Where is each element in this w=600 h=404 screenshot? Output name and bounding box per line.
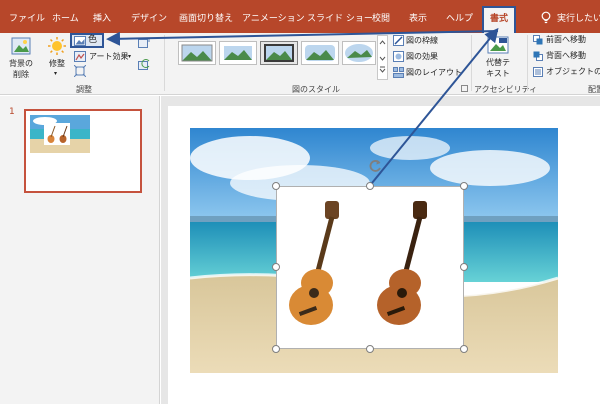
resize-handle[interactable] xyxy=(366,345,374,353)
dialog-launcher-icon[interactable] xyxy=(461,85,468,92)
resize-handle[interactable] xyxy=(272,182,280,190)
color-label: 色 xyxy=(88,35,98,45)
resize-handle[interactable] xyxy=(460,263,468,271)
resize-handle[interactable] xyxy=(460,345,468,353)
thumbnail-beach-image xyxy=(30,115,90,153)
picture-style-thumb[interactable] xyxy=(301,41,339,65)
send-backward-label: 背面へ移動 xyxy=(546,51,586,60)
chevron-down-icon: ▾ xyxy=(128,53,132,60)
tab-transitions[interactable]: 画面切り替え xyxy=(179,11,233,27)
guitar-image-light xyxy=(289,201,339,325)
slide-thumbnail[interactable] xyxy=(24,109,142,193)
resize-handle[interactable] xyxy=(272,263,280,271)
artistic-effects-label: アート効果 xyxy=(89,52,129,61)
artistic-effects-icon xyxy=(74,51,86,62)
picture-effects-label: 図の効果 xyxy=(406,52,438,61)
picture-style-thumb[interactable] xyxy=(342,41,376,65)
slide-editing-area xyxy=(161,96,600,404)
tab-file[interactable]: ファイル xyxy=(9,11,45,27)
rotate-icon[interactable] xyxy=(367,158,383,174)
color-button[interactable]: 色 xyxy=(70,33,104,48)
color-icon xyxy=(74,36,86,46)
slide-number: 1 xyxy=(9,107,15,117)
bring-forward-label: 前面へ移動 xyxy=(546,35,586,44)
tab-animations[interactable]: アニメーション xyxy=(242,11,305,27)
tab-help[interactable]: ヘルプ xyxy=(446,11,473,27)
resize-handle[interactable] xyxy=(272,345,280,353)
selection-pane-icon xyxy=(533,67,543,77)
corrections-icon xyxy=(48,37,66,55)
picture-style-thumb[interactable] xyxy=(260,41,298,65)
picture-styles-group-label: 図のスタイル xyxy=(292,85,340,94)
selection-pane-label: オブジェクトの選 xyxy=(546,67,600,76)
slide-canvas xyxy=(168,106,600,404)
group-divider xyxy=(471,35,472,91)
tell-me-search[interactable]: 実行したい作業 xyxy=(557,11,600,27)
resize-handle[interactable] xyxy=(366,182,374,190)
tab-design[interactable]: デザイン xyxy=(131,11,167,27)
tab-home[interactable]: ホーム xyxy=(52,11,79,27)
tab-slideshow[interactable]: スライド ショー xyxy=(307,11,373,27)
reset-picture-icon[interactable] xyxy=(138,59,150,71)
picture-layout-icon xyxy=(393,67,404,78)
picture-border-icon xyxy=(393,35,404,46)
picture-style-thumb[interactable] xyxy=(219,41,257,65)
ribbon: 背景の 削除 修整 ▾ 色 アート効果 ▾ 調整 図の枠線 図の効果 図のレイア… xyxy=(0,33,600,95)
slide-thumbnails-pane: 1 xyxy=(0,96,160,404)
gallery-scroll-icon[interactable] xyxy=(377,35,388,80)
picture-layout-label: 図のレイアウト xyxy=(406,68,462,77)
lightbulb-icon xyxy=(541,11,551,24)
adjust-group-label: 調整 xyxy=(76,85,92,94)
send-backward-icon xyxy=(533,51,543,61)
ribbon-tab-bar: ファイル ホーム 挿入 デザイン 画面切り替え アニメーション スライド ショー… xyxy=(0,0,600,33)
picture-effects-icon xyxy=(393,51,404,62)
group-divider xyxy=(164,35,165,91)
group-divider xyxy=(527,35,528,91)
change-picture-icon[interactable] xyxy=(138,37,150,49)
guitar-picture-selected[interactable] xyxy=(276,186,464,349)
guitar-image-dark xyxy=(377,201,427,325)
picture-border-label: 図の枠線 xyxy=(406,36,438,45)
bring-forward-icon xyxy=(533,35,543,45)
arrange-group-label: 配置 xyxy=(588,85,600,94)
tab-view[interactable]: 表示 xyxy=(409,11,427,27)
picture-style-thumb[interactable] xyxy=(178,41,216,65)
remove-background-icon xyxy=(11,37,31,55)
alt-text-label: 代替テ キスト xyxy=(486,58,510,78)
tab-review[interactable]: 校閲 xyxy=(372,11,390,27)
tab-insert[interactable]: 挿入 xyxy=(93,11,111,27)
resize-handle[interactable] xyxy=(460,182,468,190)
compress-icon[interactable] xyxy=(74,65,86,77)
tab-format[interactable]: 書式 xyxy=(482,6,517,33)
remove-background-label: 背景の 削除 xyxy=(9,59,33,79)
alt-text-icon xyxy=(487,36,509,54)
chevron-down-icon: ▾ xyxy=(54,70,58,77)
